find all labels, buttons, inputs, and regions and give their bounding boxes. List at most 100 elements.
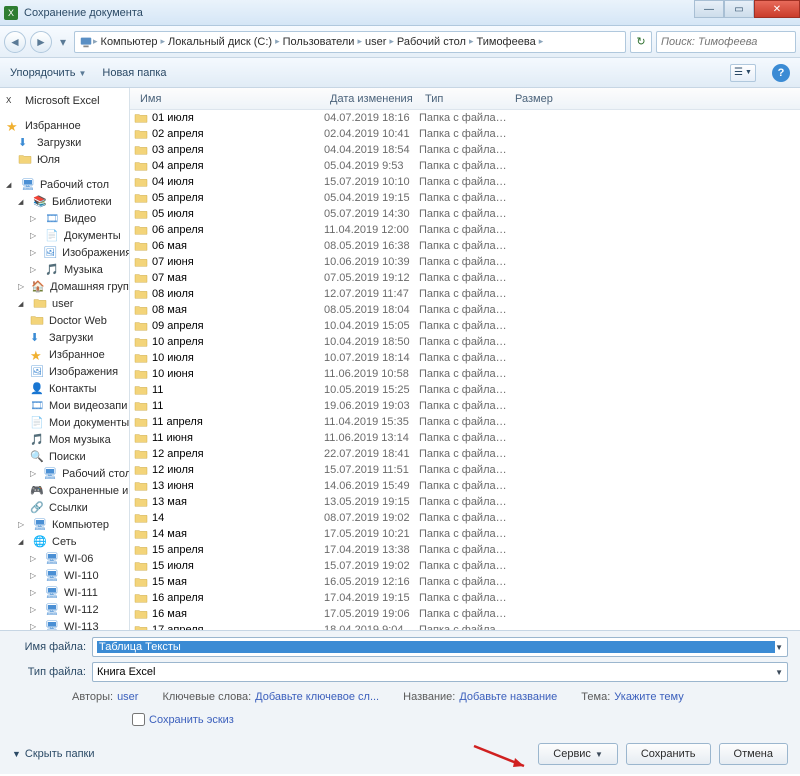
sidebar-item[interactable]: 🖥WI-110 [0,567,129,584]
table-row[interactable]: 08 июля12.07.2019 11:47Папка с файлами [130,286,800,302]
sidebar-item[interactable]: 🖥WI-111 [0,584,129,601]
sidebar-item[interactable]: ★Избранное [0,117,129,134]
table-row[interactable]: 1110.05.2019 15:25Папка с файлами [130,382,800,398]
sidebar-item[interactable]: 📄Документы [0,227,129,244]
sidebar-item[interactable]: Doctor Web [0,312,129,329]
sidebar-item[interactable]: 🎞Мои видеозапи [0,397,129,414]
table-row[interactable]: 05 июля05.07.2019 14:30Папка с файлами [130,206,800,222]
table-row[interactable]: 10 июля10.07.2019 18:14Папка с файлами [130,350,800,366]
breadcrumb-item[interactable]: Локальный диск (C:) [165,36,275,48]
col-size[interactable]: Размер [509,93,569,105]
breadcrumb-item[interactable]: user [362,36,389,48]
chevron-down-icon[interactable]: ▼ [775,668,783,677]
table-row[interactable]: 01 июля04.07.2019 18:16Папка с файлами [130,110,800,126]
sidebar-item[interactable]: 🖥WI-112 [0,601,129,618]
breadcrumb[interactable]: ▸ Компьютер▸ Локальный диск (C:)▸ Пользо… [74,31,626,53]
table-row[interactable]: 07 мая07.05.2019 19:12Папка с файлами [130,270,800,286]
sidebar-item[interactable]: 🎵Моя музыка [0,431,129,448]
sidebar-item[interactable]: 🌐Сеть [0,533,129,550]
table-row[interactable]: 05 апреля05.04.2019 19:15Папка с файлами [130,190,800,206]
keywords-value[interactable]: Добавьте ключевое сл... [255,691,379,703]
file-list[interactable]: 01 июля04.07.2019 18:16Папка с файлами02… [130,110,800,630]
sidebar-item[interactable]: 🖼Изображения [0,363,129,380]
table-row[interactable]: 15 июля15.07.2019 19:02Папка с файлами [130,558,800,574]
authors-value[interactable]: user [117,691,138,703]
table-row[interactable]: 06 мая08.05.2019 16:38Папка с файлами [130,238,800,254]
sidebar-item[interactable]: user [0,295,129,312]
table-row[interactable]: 10 июня11.06.2019 10:58Папка с файлами [130,366,800,382]
new-folder-button[interactable]: Новая папка [102,67,166,79]
sidebar[interactable]: XMicrosoft Excel★Избранное⬇ЗагрузкиЮля🖥Р… [0,88,130,630]
table-row[interactable]: 09 апреля10.04.2019 15:05Папка с файлами [130,318,800,334]
nav-history-dropdown[interactable]: ▾ [56,31,70,53]
minimize-button[interactable]: — [694,0,724,18]
table-row[interactable]: 14 мая17.05.2019 10:21Папка с файлами [130,526,800,542]
breadcrumb-item[interactable]: Компьютер [98,36,161,48]
col-date[interactable]: Дата изменения [324,93,419,105]
table-row[interactable]: 11 июня11.06.2019 13:14Папка с файлами [130,430,800,446]
sidebar-item[interactable]: 📚Библиотеки [0,193,129,210]
table-row[interactable]: 13 июня14.06.2019 15:49Папка с файлами [130,478,800,494]
sidebar-item[interactable]: Юля [0,151,129,168]
chevron-down-icon[interactable]: ▼ [775,643,783,652]
hide-folders-button[interactable]: ▼Скрыть папки [12,748,95,760]
search-input[interactable] [661,36,800,48]
close-button[interactable]: ✕ [754,0,800,18]
col-type[interactable]: Тип [419,93,509,105]
filename-value[interactable]: Таблица Тексты [97,641,775,653]
table-row[interactable]: 15 апреля17.04.2019 13:38Папка с файлами [130,542,800,558]
thumbnail-checkbox[interactable] [132,713,145,726]
help-button[interactable]: ? [772,64,790,82]
sidebar-item[interactable]: 👤Контакты [0,380,129,397]
table-row[interactable]: 03 апреля04.04.2019 18:54Папка с файлами [130,142,800,158]
table-row[interactable]: 17 апреля18.04.2019 9:04Папка с файлами [130,622,800,630]
sidebar-item[interactable]: 🖥Рабочий стол [0,176,129,193]
sidebar-item[interactable]: 🔗Ссылки [0,499,129,516]
maximize-button[interactable]: ▭ [724,0,754,18]
table-row[interactable]: 15 мая16.05.2019 12:16Папка с файлами [130,574,800,590]
sidebar-item[interactable]: ⬇Загрузки [0,329,129,346]
table-row[interactable]: 16 мая17.05.2019 19:06Папка с файлами [130,606,800,622]
table-row[interactable]: 04 июля15.07.2019 10:10Папка с файлами [130,174,800,190]
sidebar-item[interactable]: 🎮Сохраненные и [0,482,129,499]
table-row[interactable]: 12 апреля22.07.2019 18:41Папка с файлами [130,446,800,462]
table-row[interactable]: 13 мая13.05.2019 19:15Папка с файлами [130,494,800,510]
save-button[interactable]: Сохранить [626,743,711,765]
title-value[interactable]: Добавьте название [459,691,557,703]
view-mode-button[interactable]: ☰ ▼ [730,64,756,82]
filetype-select[interactable]: Книга Excel ▼ [92,662,788,682]
col-name[interactable]: Имя [134,93,324,105]
table-row[interactable]: 10 апреля10.04.2019 18:50Папка с файлами [130,334,800,350]
refresh-button[interactable]: ↻ [630,31,652,53]
sidebar-item[interactable]: 🖥Компьютер [0,516,129,533]
table-row[interactable]: 1119.06.2019 19:03Папка с файлами [130,398,800,414]
topic-value[interactable]: Укажите тему [614,691,683,703]
table-row[interactable]: 12 июля15.07.2019 11:51Папка с файлами [130,462,800,478]
organize-menu[interactable]: Упорядочить▼ [10,67,86,79]
sidebar-item[interactable]: 🎞Видео [0,210,129,227]
cancel-button[interactable]: Отмена [719,743,788,765]
nav-forward-button[interactable]: ► [30,31,52,53]
sidebar-item[interactable]: 🖥WI-06 [0,550,129,567]
table-row[interactable]: 04 апреля05.04.2019 9:53Папка с файлами [130,158,800,174]
sidebar-item[interactable]: XMicrosoft Excel [0,92,129,109]
table-row[interactable]: 06 апреля11.04.2019 12:00Папка с файлами [130,222,800,238]
service-button[interactable]: Сервис▼ [538,743,618,765]
table-row[interactable]: 02 апреля02.04.2019 10:41Папка с файлами [130,126,800,142]
search-box[interactable]: 🔍 [656,31,796,53]
breadcrumb-item[interactable]: Тимофеева [474,36,539,48]
sidebar-item[interactable]: 🖥WI-113 [0,618,129,630]
table-row[interactable]: 11 апреля11.04.2019 15:35Папка с файлами [130,414,800,430]
sidebar-item[interactable]: 🏠Домашняя групп [0,278,129,295]
sidebar-item[interactable]: ★Избранное [0,346,129,363]
sidebar-item[interactable]: 🖼Изображения [0,244,129,261]
filename-input[interactable]: Таблица Тексты ▼ [92,637,788,657]
sidebar-item[interactable]: 🎵Музыка [0,261,129,278]
table-row[interactable]: 07 июня10.06.2019 10:39Папка с файлами [130,254,800,270]
table-row[interactable]: 16 апреля17.04.2019 19:15Папка с файлами [130,590,800,606]
sidebar-item[interactable]: 🔍Поиски [0,448,129,465]
sidebar-item[interactable]: 🖥Рабочий стол [0,465,129,482]
sidebar-item[interactable]: 📄Мои документы [0,414,129,431]
nav-back-button[interactable]: ◄ [4,31,26,53]
table-row[interactable]: 08 мая08.05.2019 18:04Папка с файлами [130,302,800,318]
